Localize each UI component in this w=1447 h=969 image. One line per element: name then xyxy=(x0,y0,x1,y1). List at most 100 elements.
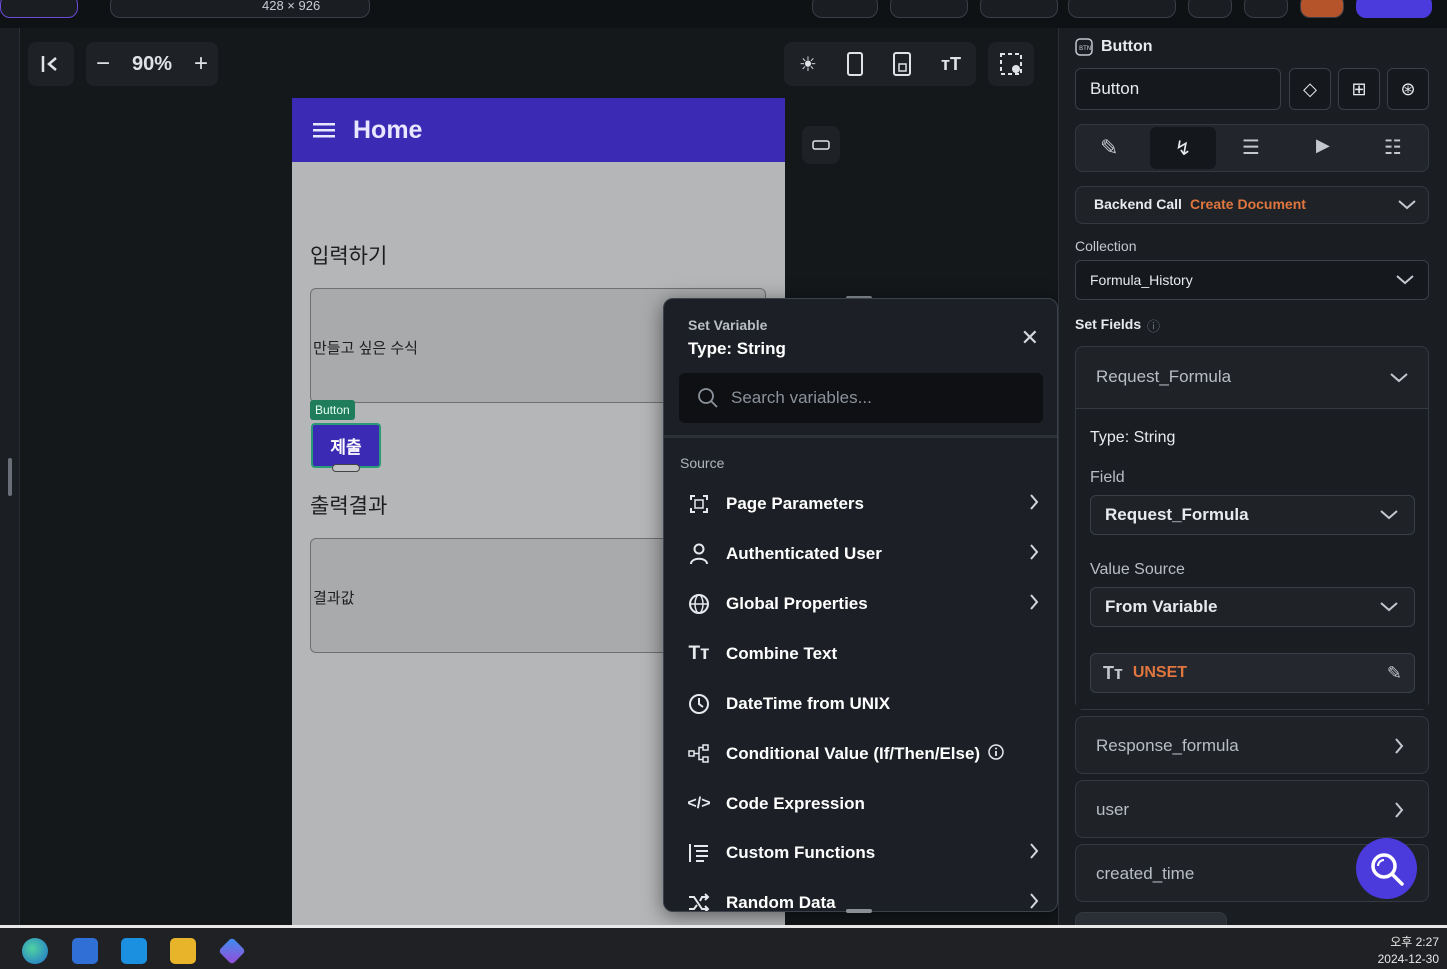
search-placeholder: Search variables... xyxy=(731,388,872,407)
popup-title: Set Variable xyxy=(688,317,768,333)
source-item-label: Custom Functions xyxy=(726,843,876,862)
toolbar-button-a[interactable] xyxy=(1188,0,1232,18)
source-item-label: Code Expression xyxy=(726,794,865,813)
mail-icon[interactable] xyxy=(121,938,147,964)
phone-icon[interactable] xyxy=(847,52,864,76)
menu-icon[interactable] xyxy=(313,121,335,139)
collection-dropdown[interactable]: Formula_History xyxy=(1075,260,1429,300)
zoom-control: − 90% + xyxy=(86,42,218,86)
resize-handle[interactable] xyxy=(332,464,360,472)
file-explorer-icon[interactable] xyxy=(170,938,196,964)
source-item-authenticated-user[interactable]: Authenticated User xyxy=(664,529,1057,579)
edge-icon[interactable] xyxy=(22,938,48,964)
widget-badge-button[interactable] xyxy=(802,126,840,164)
field-user[interactable]: user xyxy=(1075,780,1429,838)
backend-action-label: Create Document xyxy=(1190,196,1306,212)
chevron-right-icon xyxy=(1029,842,1039,865)
store-icon[interactable] xyxy=(72,938,98,964)
properties-panel: BTN Button Button ◇ ⊞ ⊛ ✎ ↯ ☰ ▶ ☷ Backen… xyxy=(1058,28,1447,925)
widget-type-label: Button xyxy=(1101,38,1153,55)
formula-input-hint: 만들고 싶은 수식 xyxy=(313,340,418,357)
publish-button[interactable] xyxy=(1356,0,1432,18)
tablet-icon[interactable] xyxy=(893,52,912,76)
device-selector[interactable] xyxy=(110,0,370,18)
set-fields-label: Set Fields xyxy=(1075,316,1142,332)
diamond-button[interactable]: ◇ xyxy=(1289,68,1331,110)
backend-call-header[interactable]: Backend Call Create Document xyxy=(1075,186,1429,224)
popup-type: Type: String xyxy=(688,339,786,358)
source-item-label: Combine Text xyxy=(726,644,838,663)
tab-backend-icon[interactable]: ☰ xyxy=(1242,135,1260,160)
tab-notes-icon[interactable]: ☷ xyxy=(1384,135,1402,160)
field-request-formula-card: Request_Formula Type: String Field Reque… xyxy=(1075,346,1429,710)
logo-button[interactable] xyxy=(0,0,78,18)
scroll-handle[interactable] xyxy=(8,458,12,496)
resolution-text: 428 × 926 xyxy=(262,0,321,13)
info-icon[interactable] xyxy=(988,743,1004,765)
chevron-right-icon xyxy=(1029,593,1039,616)
add-widget-button[interactable]: ⊞ xyxy=(1338,68,1380,110)
chevron-right-icon xyxy=(1029,543,1039,566)
chevron-right-icon xyxy=(1395,738,1404,754)
text-icon: Tт xyxy=(1103,662,1123,683)
panel-tabs: ✎ ↯ ☰ ▶ ☷ xyxy=(1075,124,1429,172)
collection-label: Collection xyxy=(1075,238,1137,254)
text-scale-icon[interactable]: тT xyxy=(941,54,961,75)
app-icon[interactable] xyxy=(218,937,246,965)
field1-name: Request_Formula xyxy=(1096,367,1232,386)
info-icon[interactable]: ⓘ xyxy=(1147,316,1160,335)
source-label: Source xyxy=(680,455,725,471)
popup-drag-handle-bottom[interactable] xyxy=(846,909,872,913)
input-section-label: 입력하기 xyxy=(310,245,388,268)
toolbar-group-1[interactable] xyxy=(812,0,878,18)
field-dropdown[interactable]: Request_Formula xyxy=(1090,495,1415,535)
source-item-datetime-unix[interactable]: DateTime from UNIX xyxy=(664,679,1057,729)
submit-button[interactable]: 제출 xyxy=(311,423,381,468)
app-bar: Home xyxy=(292,98,785,162)
value-source-value: From Variable xyxy=(1105,597,1218,616)
source-item-custom-functions[interactable]: Custom Functions xyxy=(664,828,1057,878)
source-item-combine-text[interactable]: Tт Combine Text xyxy=(664,629,1057,679)
collaborators-3[interactable] xyxy=(1068,0,1176,18)
variable-search-input[interactable]: Search variables... xyxy=(679,373,1043,423)
zoom-out-icon[interactable]: − xyxy=(96,50,110,78)
left-strip xyxy=(0,28,20,925)
tab-animation-icon[interactable]: ▶ xyxy=(1316,135,1330,156)
canvas-settings-button[interactable] xyxy=(988,42,1034,86)
source-item-page-parameters[interactable]: Page Parameters xyxy=(664,479,1057,529)
value-source-dropdown[interactable]: From Variable xyxy=(1090,587,1415,627)
theme-icon[interactable]: ☀ xyxy=(799,52,817,77)
tab-properties-icon[interactable]: ✎ xyxy=(1100,135,1118,161)
source-item-random-data[interactable]: Random Data xyxy=(664,878,1057,911)
source-item-code-expression[interactable]: </> Code Expression xyxy=(664,779,1057,829)
add-field-button[interactable] xyxy=(1075,912,1227,925)
text-icon: Tт xyxy=(688,643,710,664)
zoom-level: 90% xyxy=(131,52,173,75)
widget-name-input[interactable]: Button xyxy=(1075,68,1281,110)
source-item-global-properties[interactable]: Global Properties xyxy=(664,579,1057,629)
collapse-left-icon xyxy=(41,56,57,72)
edit-icon[interactable]: ✎ xyxy=(1387,663,1402,684)
field-request-formula-header[interactable]: Request_Formula xyxy=(1076,347,1428,409)
collaborators-1[interactable] xyxy=(890,0,968,18)
widget-name-value: Button xyxy=(1090,79,1140,98)
conditional-icon xyxy=(688,744,709,763)
tab-actions-icon[interactable]: ↯ xyxy=(1150,127,1216,169)
source-item-label: Page Parameters xyxy=(726,494,864,513)
field3-name: user xyxy=(1096,800,1130,819)
clock[interactable]: 오후 2:27 2024-12-30 xyxy=(1378,934,1439,968)
toolbar-button-b[interactable] xyxy=(1244,0,1288,18)
variable-value-box[interactable]: Tт UNSET ✎ xyxy=(1090,653,1415,693)
collaborators-2[interactable] xyxy=(980,0,1058,18)
chevron-right-icon xyxy=(1395,802,1404,818)
user-icon xyxy=(690,543,708,565)
collapse-panel-button[interactable] xyxy=(28,42,74,86)
search-fab[interactable] xyxy=(1356,838,1417,899)
zoom-in-icon[interactable]: + xyxy=(194,50,208,78)
source-item-conditional[interactable]: Conditional Value (If/Then/Else) xyxy=(664,729,1057,779)
figma-button[interactable]: ⊛ xyxy=(1387,68,1429,110)
add-component-icon: ⊞ xyxy=(1351,78,1367,99)
close-icon[interactable]: ✕ xyxy=(1021,325,1039,351)
toolbar-button-c[interactable] xyxy=(1300,0,1344,18)
field-response-formula[interactable]: Response_formula xyxy=(1075,716,1429,774)
